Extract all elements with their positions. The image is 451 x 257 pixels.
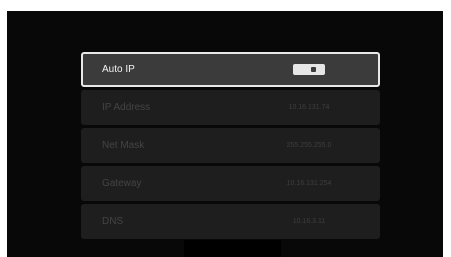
bottom-tab-strip (184, 240, 281, 257)
setting-value-ip-address: 10.16.131.74 (288, 104, 330, 111)
setting-label-gateway: Gateway (102, 178, 142, 189)
setting-row-net-mask[interactable]: Net Mask 255.255.255.0 (81, 128, 380, 163)
setting-row-gateway[interactable]: Gateway 10.16.131.254 (81, 166, 380, 201)
auto-ip-toggle[interactable] (293, 64, 325, 75)
setting-label-auto-ip: Auto IP (102, 64, 135, 75)
setting-row-dns[interactable]: DNS 10.16.3.11 (81, 204, 380, 239)
setting-label-ip-address: IP Address (102, 102, 151, 113)
setting-value-gateway: 10.16.131.254 (286, 180, 332, 187)
setting-row-auto-ip[interactable]: Auto IP (81, 52, 380, 87)
network-settings-list: Auto IP IP Address 10.16.131.74 Net Mask… (81, 52, 380, 242)
tv-screen: Auto IP IP Address 10.16.131.74 Net Mask… (7, 11, 443, 257)
toggle-knob-icon (311, 67, 316, 72)
setting-value-dns: 10.16.3.11 (292, 218, 326, 225)
setting-label-dns: DNS (102, 216, 124, 227)
setting-label-net-mask: Net Mask (102, 140, 145, 151)
setting-row-ip-address[interactable]: IP Address 10.16.131.74 (81, 90, 380, 125)
setting-value-net-mask: 255.255.255.0 (286, 142, 332, 149)
